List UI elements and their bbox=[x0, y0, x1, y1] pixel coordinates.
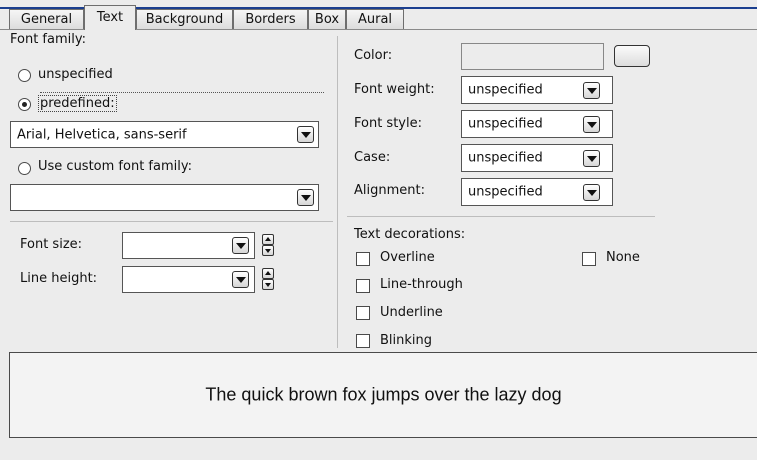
text-decorations-label: Text decorations: bbox=[354, 227, 466, 242]
tab-general[interactable]: General bbox=[9, 9, 84, 29]
radio-predefined-label[interactable]: predefined: bbox=[38, 95, 117, 112]
radio-custom-label[interactable]: Use custom font family: bbox=[38, 159, 192, 174]
stepper-up-icon[interactable] bbox=[262, 268, 274, 279]
tab-borders[interactable]: Borders bbox=[233, 9, 308, 29]
left-divider bbox=[10, 221, 333, 222]
line-height-label: Line height: bbox=[20, 271, 98, 286]
color-picker-button[interactable] bbox=[614, 45, 650, 67]
color-label: Color: bbox=[354, 48, 393, 63]
column-divider bbox=[337, 36, 338, 348]
radio-unspecified-label[interactable]: unspecified bbox=[38, 67, 113, 82]
color-field[interactable] bbox=[461, 43, 604, 70]
font-style-value: unspecified bbox=[468, 116, 543, 132]
stepper-down-icon[interactable] bbox=[262, 245, 274, 256]
tab-text[interactable]: Text bbox=[84, 5, 136, 30]
font-family-label: Font family: bbox=[10, 32, 86, 47]
line-height-select[interactable] bbox=[122, 266, 255, 293]
tab-background[interactable]: Background bbox=[136, 9, 233, 29]
tab-label: General bbox=[20, 12, 73, 27]
preview-text: The quick brown fox jumps over the lazy … bbox=[205, 384, 562, 405]
line-through-label[interactable]: Line-through bbox=[380, 277, 463, 292]
custom-font-select[interactable] bbox=[10, 184, 319, 211]
case-value: unspecified bbox=[468, 150, 543, 166]
predefined-font-value: Arial, Helvetica, sans-serif bbox=[17, 127, 187, 142]
font-size-select[interactable] bbox=[122, 232, 255, 259]
underline-label[interactable]: Underline bbox=[380, 305, 443, 320]
line-height-stepper[interactable] bbox=[262, 268, 274, 290]
blinking-label[interactable]: Blinking bbox=[380, 333, 432, 348]
tab-aural[interactable]: Aural bbox=[346, 9, 404, 29]
chevron-down-icon[interactable] bbox=[583, 150, 600, 167]
preview-panel: The quick brown fox jumps over the lazy … bbox=[9, 352, 757, 438]
font-weight-select[interactable]: unspecified bbox=[461, 76, 613, 104]
font-style-select[interactable]: unspecified bbox=[461, 110, 613, 138]
font-style-label: Font style: bbox=[354, 116, 422, 131]
chevron-down-icon[interactable] bbox=[297, 189, 314, 206]
overline-checkbox[interactable] bbox=[356, 252, 370, 266]
none-checkbox[interactable] bbox=[582, 252, 596, 266]
tab-label: Borders bbox=[245, 12, 296, 27]
tab-label: Text bbox=[96, 10, 124, 25]
tab-label: Aural bbox=[357, 12, 393, 27]
alignment-value: unspecified bbox=[468, 184, 543, 200]
underline-checkbox[interactable] bbox=[356, 306, 370, 320]
font-size-label: Font size: bbox=[20, 237, 83, 252]
chevron-down-icon[interactable] bbox=[583, 116, 600, 133]
chevron-down-icon[interactable] bbox=[583, 184, 600, 201]
line-through-checkbox[interactable] bbox=[356, 279, 370, 293]
radio-unspecified[interactable] bbox=[18, 69, 31, 82]
chevron-down-icon[interactable] bbox=[583, 82, 600, 99]
predefined-font-select[interactable]: Arial, Helvetica, sans-serif bbox=[10, 121, 319, 148]
overline-label[interactable]: Overline bbox=[380, 250, 435, 265]
chevron-down-icon[interactable] bbox=[297, 126, 314, 143]
chevron-down-icon[interactable] bbox=[232, 237, 249, 254]
chevron-down-icon[interactable] bbox=[232, 271, 249, 288]
stepper-down-icon[interactable] bbox=[262, 279, 274, 290]
radio-custom[interactable] bbox=[18, 162, 31, 175]
font-size-stepper[interactable] bbox=[262, 234, 274, 256]
stepper-up-icon[interactable] bbox=[262, 234, 274, 245]
case-label: Case: bbox=[354, 150, 391, 165]
focus-dotted-line bbox=[40, 92, 324, 93]
blinking-checkbox[interactable] bbox=[356, 334, 370, 348]
alignment-label: Alignment: bbox=[354, 183, 425, 198]
tab-label: Box bbox=[314, 12, 340, 27]
right-divider bbox=[347, 216, 655, 217]
tab-label: Background bbox=[145, 12, 224, 27]
none-label[interactable]: None bbox=[606, 250, 640, 265]
tab-box[interactable]: Box bbox=[308, 9, 346, 29]
font-weight-label: Font weight: bbox=[354, 82, 435, 97]
case-select[interactable]: unspecified bbox=[461, 144, 613, 172]
tab-bar: General Text Background Borders Box Aura… bbox=[0, 0, 757, 30]
radio-predefined[interactable] bbox=[18, 98, 31, 111]
font-weight-value: unspecified bbox=[468, 82, 543, 98]
alignment-select[interactable]: unspecified bbox=[461, 178, 613, 206]
